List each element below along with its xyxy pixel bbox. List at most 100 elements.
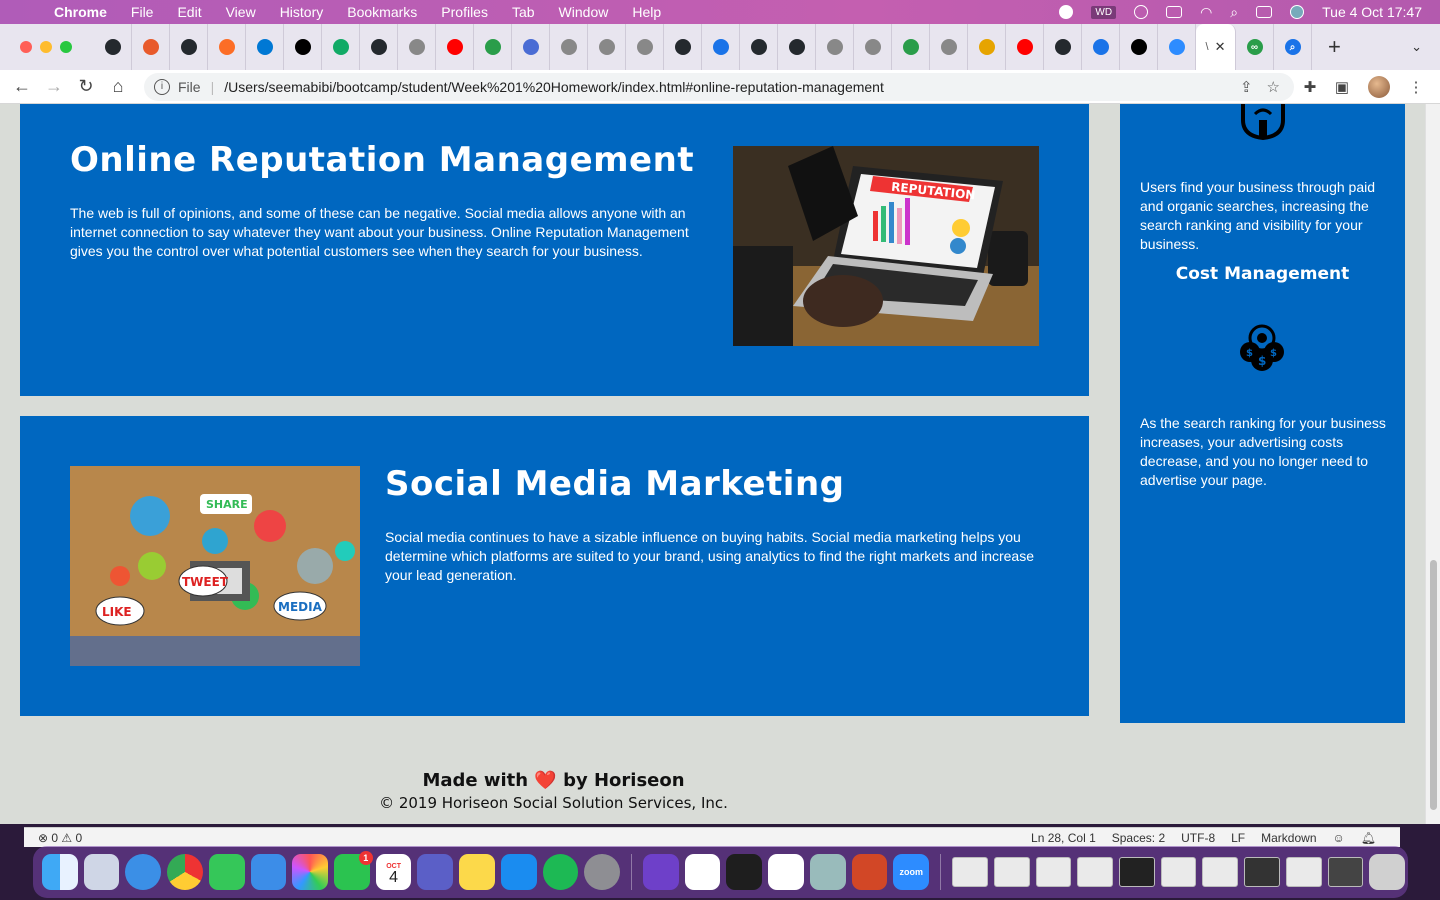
slack-icon[interactable] — [684, 854, 721, 890]
extensions-puzzle-icon[interactable]: ✚ — [1294, 78, 1326, 96]
github-desktop-icon[interactable] — [643, 854, 679, 890]
tab-item[interactable] — [702, 24, 740, 70]
tab-item[interactable] — [512, 24, 550, 70]
launchpad-icon[interactable] — [83, 854, 120, 890]
tab-item[interactable] — [550, 24, 588, 70]
feedback-icon[interactable]: ☺ — [1333, 831, 1345, 845]
menu-tab[interactable]: Tab — [512, 4, 535, 20]
menu-file[interactable]: File — [131, 4, 154, 20]
cursor-position[interactable]: Ln 28, Col 1 — [1031, 831, 1096, 845]
vscode-icon[interactable] — [768, 854, 804, 890]
minimized-window-thumbnail[interactable] — [1160, 857, 1197, 887]
tab-item[interactable] — [778, 24, 816, 70]
tab-item[interactable] — [740, 24, 778, 70]
page-scrollbar[interactable] — [1425, 104, 1440, 824]
zoom-icon[interactable]: zoom — [893, 854, 930, 890]
tab-item[interactable] — [436, 24, 474, 70]
photos-icon[interactable] — [292, 854, 329, 890]
terminal-icon[interactable] — [726, 854, 763, 890]
forward-button[interactable]: → — [38, 76, 70, 97]
chrome-icon[interactable] — [167, 854, 203, 890]
home-button[interactable]: ⌂ — [102, 76, 134, 97]
minimized-window-thumbnail[interactable] — [1202, 857, 1239, 887]
tab-search-chevron-icon[interactable]: ⌄ — [1411, 39, 1422, 55]
tab-item[interactable] — [1082, 24, 1120, 70]
record-icon[interactable] — [1059, 5, 1074, 19]
powerpoint-icon[interactable] — [851, 854, 888, 890]
address-bar[interactable]: i File | /Users/seemabibi/bootcamp/stude… — [144, 72, 1294, 101]
wifi-icon[interactable]: ◠ — [1200, 4, 1212, 21]
teams-icon[interactable] — [417, 854, 454, 890]
tab-item[interactable] — [208, 24, 246, 70]
menu-bookmarks[interactable]: Bookmarks — [347, 4, 417, 20]
language-mode[interactable]: Markdown — [1261, 831, 1316, 845]
tab-active[interactable]: \ ✕ — [1196, 24, 1236, 70]
messages-icon[interactable] — [208, 854, 245, 890]
search-icon[interactable]: ⌕ — [1230, 4, 1238, 21]
more-menu-icon[interactable]: ⋮ — [1400, 78, 1432, 96]
tab-item[interactable] — [246, 24, 284, 70]
problems-indicator[interactable]: ⊗ 0 ⚠ 0 — [38, 831, 82, 845]
tab-item[interactable] — [930, 24, 968, 70]
line-ending[interactable]: LF — [1231, 831, 1245, 845]
minimized-window-thumbnail[interactable] — [1035, 857, 1072, 887]
tab-item[interactable] — [968, 24, 1006, 70]
battery-icon[interactable] — [1166, 6, 1183, 18]
spotify-icon[interactable] — [542, 854, 579, 890]
facetime-icon[interactable]: 1 — [334, 851, 373, 890]
url-text[interactable]: /Users/seemabibi/bootcamp/student/Week%2… — [224, 79, 884, 95]
share-icon[interactable]: ⇪ — [1240, 78, 1253, 96]
minimized-window-thumbnail[interactable] — [993, 857, 1030, 887]
tab-item[interactable]: ∞ — [1236, 24, 1274, 70]
zoom-window-icon[interactable] — [60, 41, 72, 53]
menu-app-name[interactable]: Chrome — [54, 4, 107, 20]
bookmark-star-icon[interactable]: ☆ — [1267, 78, 1280, 96]
notifications-bell-icon[interactable]: 🔔︎ — [1361, 831, 1376, 845]
siri-icon[interactable] — [1290, 5, 1305, 19]
tab-item[interactable] — [626, 24, 664, 70]
tab-item[interactable] — [1158, 24, 1196, 70]
menu-profiles[interactable]: Profiles — [441, 4, 488, 20]
tab-item[interactable] — [892, 24, 930, 70]
app-store-icon[interactable] — [500, 854, 537, 890]
tab-item[interactable] — [94, 24, 132, 70]
back-button[interactable]: ← — [6, 76, 38, 97]
tab-item[interactable] — [322, 24, 360, 70]
minimized-window-thumbnail[interactable] — [1285, 857, 1322, 887]
menu-history[interactable]: History — [280, 4, 324, 20]
play-icon[interactable] — [1134, 5, 1149, 19]
minimized-window-thumbnail[interactable] — [952, 857, 988, 887]
tab-item[interactable] — [170, 24, 208, 70]
reload-button[interactable]: ↻ — [70, 76, 102, 97]
encoding[interactable]: UTF-8 — [1181, 831, 1215, 845]
tab-item[interactable] — [664, 24, 702, 70]
wd-badge-icon[interactable]: WD — [1091, 5, 1117, 19]
tab-item[interactable] — [1044, 24, 1082, 70]
new-tab-button[interactable]: + — [1328, 34, 1341, 60]
finder-icon[interactable] — [42, 854, 78, 890]
tab-item[interactable]: ⌕ — [1274, 24, 1312, 70]
trash-icon[interactable] — [1369, 854, 1406, 890]
info-icon[interactable]: i — [154, 78, 170, 95]
tab-item[interactable] — [816, 24, 854, 70]
tab-item[interactable] — [132, 24, 170, 70]
mail-icon[interactable] — [250, 854, 287, 890]
minimized-window-thumbnail[interactable] — [1244, 857, 1280, 887]
system-preferences-icon[interactable] — [584, 854, 621, 890]
notes-icon[interactable] — [459, 854, 495, 890]
tab-item[interactable] — [360, 24, 398, 70]
tab-item[interactable] — [1006, 24, 1044, 70]
minimized-window-thumbnail[interactable] — [1077, 857, 1113, 887]
close-tab-icon[interactable]: ✕ — [1215, 39, 1226, 55]
preview-icon[interactable] — [809, 854, 846, 890]
calendar-icon[interactable]: OCT 4 — [375, 854, 412, 890]
menu-view[interactable]: View — [226, 4, 256, 20]
tab-item[interactable] — [1120, 24, 1158, 70]
tab-item[interactable] — [284, 24, 322, 70]
side-panel-icon[interactable]: ▣ — [1326, 78, 1358, 96]
scrollbar-thumb[interactable] — [1430, 560, 1437, 810]
safari-icon[interactable] — [125, 854, 162, 890]
menu-window[interactable]: Window — [559, 4, 609, 20]
minimized-window-thumbnail[interactable] — [1119, 857, 1155, 887]
menu-edit[interactable]: Edit — [177, 4, 201, 20]
